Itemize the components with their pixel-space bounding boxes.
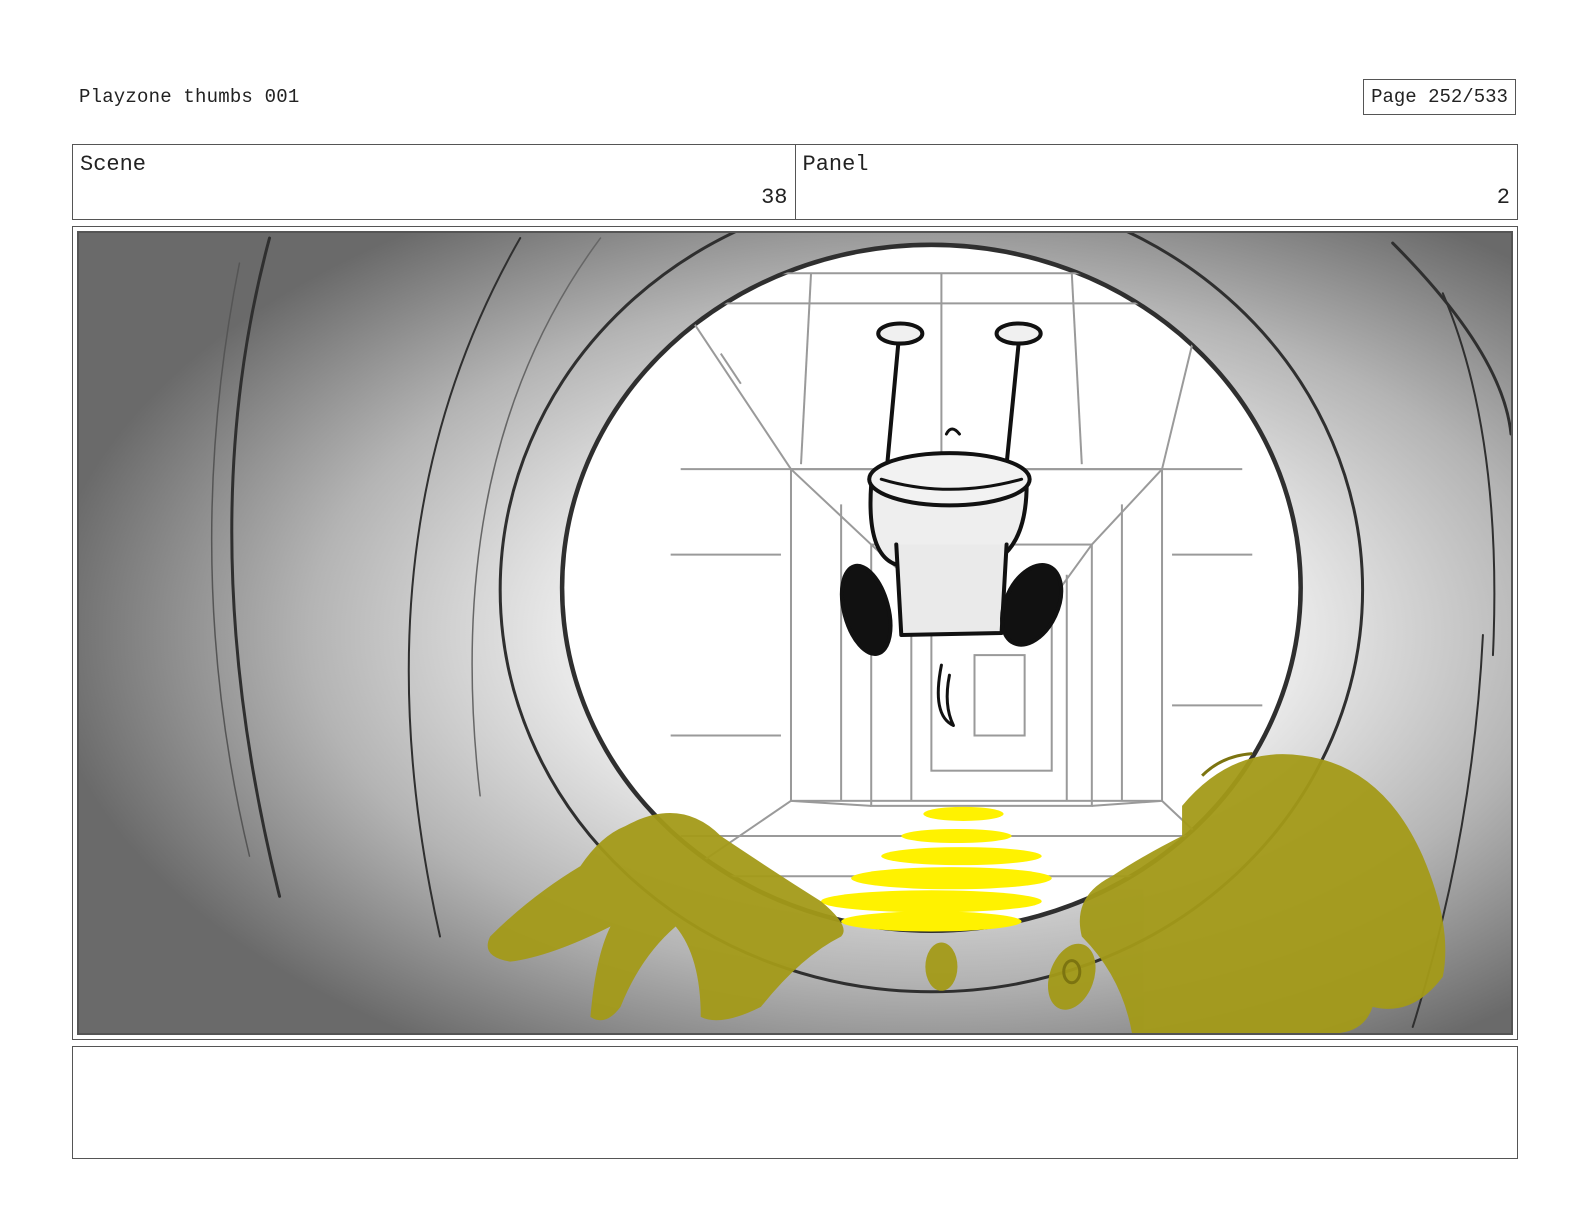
- page-indicator: Page 252/533: [1363, 79, 1516, 115]
- panel-number: 2: [1496, 185, 1510, 210]
- panel-label: Panel: [802, 152, 869, 177]
- scene-label: Scene: [80, 152, 147, 177]
- panel-cell: Panel 2: [794, 145, 1518, 219]
- panel-drawing: [77, 231, 1513, 1035]
- document-title: Playzone thumbs 001: [79, 86, 300, 108]
- storyboard-panel: [72, 226, 1518, 1040]
- scene-number: 38: [761, 185, 788, 210]
- scene-panel-row: Scene 38 Panel 2: [72, 144, 1518, 220]
- scene-cell: Scene 38: [73, 145, 795, 219]
- panel-notes-box: [72, 1046, 1518, 1159]
